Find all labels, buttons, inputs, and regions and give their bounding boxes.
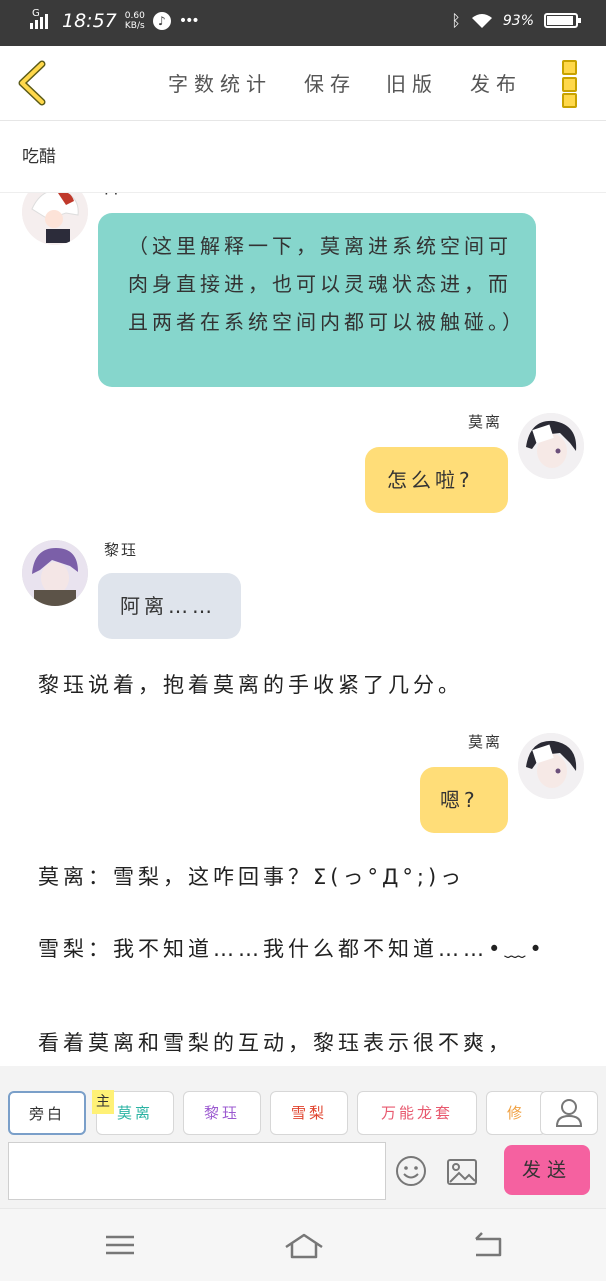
message-bubble[interactable]: 阿离……: [98, 573, 241, 639]
chapter-title[interactable]: 吃醋: [22, 142, 56, 167]
role-xue-li[interactable]: 雪梨: [270, 1091, 348, 1135]
role-li-jue[interactable]: 黎珏: [183, 1091, 261, 1135]
role-extra[interactable]: 万能龙套: [357, 1091, 477, 1135]
publish-button[interactable]: 发布: [470, 68, 522, 97]
menu-dot-icon: [562, 60, 577, 75]
narration-line[interactable]: 看着莫离和雪梨的互动，黎珏表示很不爽，: [38, 1027, 513, 1057]
narration-line[interactable]: 莫离：雪梨，这咋回事？Σ(っ°Д°;)っ: [38, 861, 465, 891]
white-hair-avatar[interactable]: [22, 193, 88, 245]
status-right: ᛒ 93%: [451, 11, 581, 30]
wifi-icon: [471, 13, 492, 28]
editor-toolbar: 字数统计 保存 旧版 发布: [0, 46, 606, 121]
role-xiu[interactable]: 修: [486, 1091, 546, 1135]
role-manage-button[interactable]: [540, 1091, 598, 1135]
menu-dot-icon: [562, 93, 577, 108]
message-bubble[interactable]: （这里解释一下，莫离进系统空间可肉身直接进，也可以灵魂状态进，而且两者在系统空间…: [98, 213, 536, 387]
word-count-button[interactable]: 字数统计: [168, 68, 272, 97]
old-version-button[interactable]: 旧版: [386, 68, 438, 97]
narration-line[interactable]: 雪梨：我不知道……我什么都不知道……•﹏•: [38, 929, 578, 969]
menu-icon[interactable]: [100, 1229, 140, 1261]
speaker-name: 莫离: [468, 733, 503, 751]
back-nav-icon[interactable]: [468, 1229, 508, 1261]
back-button[interactable]: [14, 60, 54, 106]
mo-li-avatar[interactable]: [518, 733, 584, 799]
status-bar: 18:57 0.60 KB/s ♪ ••• G ᛒ 93%: [0, 0, 606, 46]
status-time: 18:57: [62, 10, 117, 32]
battery-text: 93%: [502, 12, 534, 29]
battery-icon: [544, 13, 581, 28]
message-input[interactable]: [8, 1142, 386, 1200]
home-icon[interactable]: [284, 1229, 324, 1261]
send-button[interactable]: 发送: [504, 1145, 590, 1195]
li-jue-avatar[interactable]: [22, 540, 88, 606]
main-role-tag: 主: [92, 1090, 114, 1114]
emoji-icon[interactable]: [395, 1155, 427, 1187]
chat-content[interactable]: · · （这里解释一下，莫离进系统空间可肉身直接进，也可以灵魂状态进，而且两者在…: [0, 193, 606, 1066]
more-status-dots: •••: [178, 13, 200, 29]
role-narrator[interactable]: 旁白: [8, 1091, 86, 1135]
user-icon: [555, 1099, 583, 1127]
network-type: G: [32, 8, 40, 19]
system-nav-bar: [0, 1208, 606, 1281]
mo-li-avatar[interactable]: [518, 413, 584, 479]
message-bubble[interactable]: 嗯?: [420, 767, 508, 833]
narration-line[interactable]: 黎珏说着，抱着莫离的手收紧了几分。: [38, 669, 463, 699]
image-icon[interactable]: [446, 1157, 478, 1187]
bluetooth-icon: ᛒ: [451, 11, 461, 30]
more-menu-button[interactable]: [562, 60, 584, 108]
menu-dot-icon: [562, 76, 577, 92]
speaker-name: 莫离: [468, 413, 503, 431]
music-icon: ♪: [152, 12, 171, 30]
network-speed: 0.60 KB/s: [124, 11, 145, 31]
speaker-name-partial: · ·: [104, 193, 119, 203]
status-left: 18:57 0.60 KB/s ♪ •••: [30, 10, 200, 32]
speaker-name: 黎珏: [104, 541, 139, 559]
battery-fill: [547, 16, 574, 25]
message-bubble[interactable]: 怎么啦?: [365, 447, 508, 513]
save-button[interactable]: 保存: [304, 68, 356, 97]
